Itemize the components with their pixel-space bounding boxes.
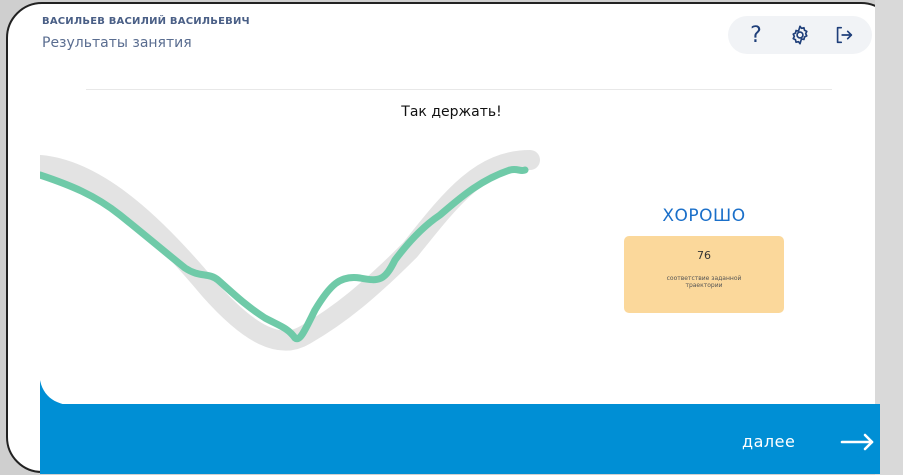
settings-button[interactable] bbox=[783, 18, 817, 52]
help-button[interactable]: ? bbox=[739, 18, 773, 52]
score-caption: соответствие заданной траектории bbox=[666, 275, 742, 289]
header-divider bbox=[86, 89, 832, 90]
score-value: 76 bbox=[697, 249, 711, 262]
target-trajectory bbox=[40, 150, 540, 351]
arrow-right-icon[interactable] bbox=[832, 420, 880, 464]
bottom-bar-corner bbox=[40, 380, 80, 406]
feedback-message: Так держать! bbox=[401, 104, 502, 120]
logout-icon bbox=[836, 26, 853, 44]
trajectory-chart bbox=[40, 150, 540, 351]
gear-icon bbox=[792, 25, 808, 45]
next-button[interactable]: далее bbox=[742, 432, 795, 451]
score-card: 76 соответствие заданной траектории bbox=[624, 236, 784, 313]
rating-label: ХОРОШО bbox=[662, 206, 746, 226]
user-name: ВАСИЛЬЕВ ВАСИЛИЙ ВАСИЛЬЕВИЧ bbox=[42, 16, 250, 27]
page-title: Результаты занятия bbox=[42, 35, 192, 51]
exit-button[interactable] bbox=[827, 18, 861, 52]
question-icon: ? bbox=[750, 22, 762, 48]
toolbar: ? bbox=[728, 16, 872, 54]
